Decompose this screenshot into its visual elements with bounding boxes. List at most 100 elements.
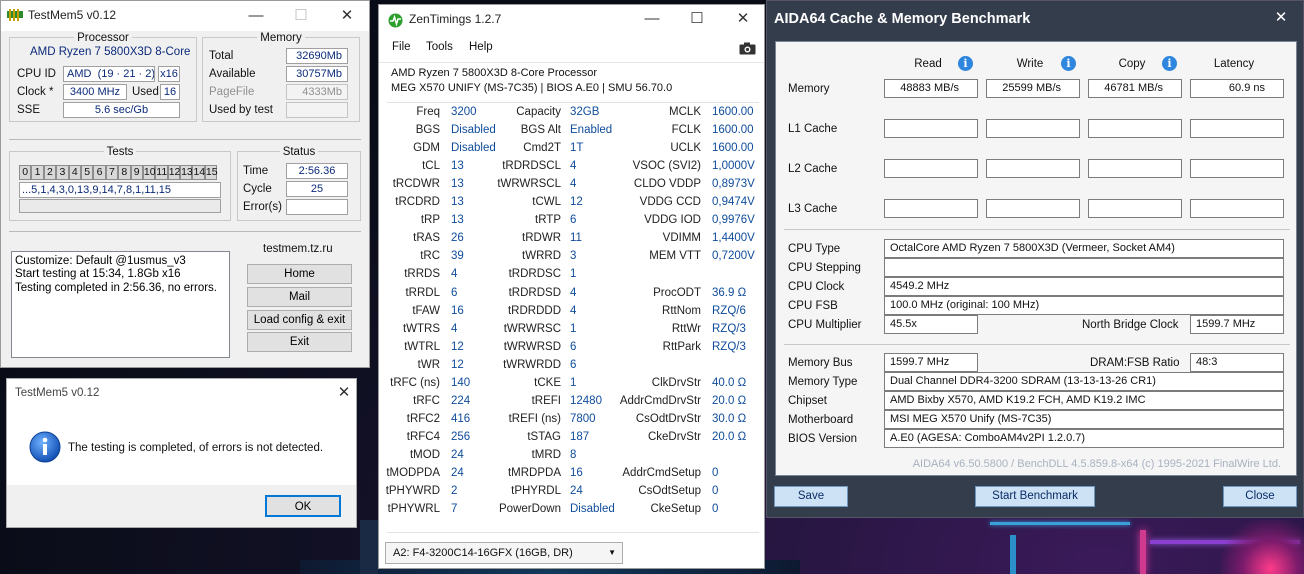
maximize-button[interactable]: ☐ — [291, 6, 311, 26]
board-info: MEG X570 UNIFY (MS-7C35) | BIOS A.E0 | S… — [391, 82, 673, 94]
pagefile-field: 4333Mb — [286, 84, 348, 100]
test-cell: 7 — [105, 165, 119, 180]
zentimings-titlebar[interactable]: ZenTimings 1.2.7 — ☐ ✕ — [379, 5, 764, 33]
l3-label: L3 Cache — [788, 203, 838, 215]
l2-read — [884, 159, 978, 178]
bios-value: A.E0 (AGESA: ComboAM4v2PI 1.2.0.7) — [884, 429, 1284, 448]
timing-row: tRC 39 tWRRD 3 MEM VTT 0,7200V — [379, 250, 764, 268]
dimm-select[interactable]: A2: F4-3200C14-16GFX (16GB, DR) ▼ — [385, 542, 623, 564]
timing-label: VDDG CCD — [639, 196, 701, 209]
dram-ratio-label: DRAM:FSB Ratio — [1090, 357, 1180, 369]
memory-type-label: Memory Type — [788, 376, 858, 388]
chipset-label: Chipset — [788, 395, 827, 407]
dram-ratio-value: 48:3 — [1190, 353, 1284, 372]
cpu-multiplier-value: 45.5x — [884, 315, 978, 334]
exit-button[interactable]: Exit — [247, 332, 352, 352]
cpu-type-label: CPU Type — [788, 243, 841, 255]
timing-label: tMRD — [531, 448, 561, 461]
timing-value: 0 — [712, 467, 719, 479]
load-config-exit-button[interactable]: Load config & exit — [247, 310, 352, 330]
testmem-window[interactable]: TestMem5 v0.12 — ☐ ✕ Processor AMD Ryzen… — [0, 0, 370, 368]
menu-file[interactable]: File — [392, 41, 411, 53]
close-button[interactable]: ✕ — [337, 6, 357, 26]
timing-label: RttPark — [662, 340, 701, 353]
cpu-type-value: OctalCore AMD Ryzen 7 5800X3D (Vermeer, … — [884, 239, 1284, 258]
l3-latency — [1190, 199, 1284, 218]
test-cell: 14 — [192, 165, 206, 180]
info-icon[interactable]: i — [1061, 56, 1076, 71]
col-latency: Latency — [1213, 58, 1255, 70]
dialog-footer: OK — [7, 485, 356, 527]
test-cell: 3 — [56, 165, 69, 180]
pagefile-label: PageFile — [209, 86, 255, 98]
menu-help[interactable]: Help — [469, 41, 493, 53]
timing-row: tRFC4 256 tSTAG 187 CkeDrvStr 20.0 Ω — [379, 430, 764, 449]
camera-icon[interactable] — [739, 42, 756, 55]
divider — [784, 229, 1290, 230]
memory-label: Memory — [788, 83, 830, 95]
log-line: Customize: Default @1usmus_v3 — [15, 255, 186, 267]
timing-label: MEM VTT — [649, 250, 701, 263]
l2-label: L2 Cache — [788, 163, 838, 175]
log-line: Testing completed in 2:56.36, no errors. — [15, 281, 218, 294]
memory-read: 48883 MB/s — [884, 79, 978, 98]
home-button[interactable]: Home — [247, 264, 352, 284]
timing-value: 1600.00 — [712, 142, 754, 155]
ok-button[interactable]: OK — [265, 495, 341, 517]
nb-clock-label: North Bridge Clock — [1082, 319, 1179, 331]
test-indicators: 0 1 2 3 4 5 6 7 8 9 101112131415 — [19, 164, 229, 180]
timing-label: VSOC (SVI2) — [632, 160, 701, 173]
dialog-close-button[interactable]: ✕ — [334, 383, 354, 403]
test-cell: 9 — [130, 165, 143, 180]
timing-value: 0,8973V — [712, 178, 755, 191]
maximize-button[interactable]: ☐ — [687, 9, 707, 29]
timing-value: RZQ/3 — [712, 340, 746, 353]
info-icon[interactable]: i — [1162, 56, 1177, 71]
timing-value: RZQ/6 — [712, 304, 746, 317]
tests-header: Tests — [9, 146, 231, 158]
processor-header: Processor — [9, 32, 197, 44]
timing-row: tWTRS 4 tWRWRSC 1 RttWr RZQ/3 — [379, 323, 764, 341]
testmem-titlebar[interactable]: TestMem5 v0.12 — ☐ ✕ — [1, 1, 369, 31]
chevron-down-icon: ▼ — [608, 548, 616, 557]
minimize-button[interactable]: — — [642, 9, 662, 29]
close-window-button[interactable]: Close — [1223, 486, 1297, 507]
cpuid-label: CPU ID — [17, 68, 56, 80]
info-icon[interactable]: i — [958, 56, 973, 71]
divider — [387, 532, 759, 533]
minimize-button[interactable]: — — [246, 6, 266, 26]
timing-row: tMOD 24 tMRD 8 — [379, 448, 764, 467]
l2-write — [986, 159, 1080, 178]
timing-row: tRP 13 tRTP 6 VDDG IOD 0,9976V — [379, 214, 764, 232]
cpu-clock-label: CPU Clock — [788, 281, 845, 293]
test-cell: 4 — [68, 165, 81, 180]
test-sequence: ...5,1,4,3,0,13,9,14,7,8,1,11,15 — [19, 182, 221, 198]
clock-field: 3400 MHz — [63, 84, 127, 100]
divider — [9, 139, 361, 140]
log-textarea[interactable]: Customize: Default @1usmus_v3 Start testi… — [11, 251, 230, 358]
memory-copy: 46781 MB/s — [1088, 79, 1182, 98]
timing-row: tRRDS 4 tRDRDSC 1 — [379, 268, 764, 286]
aida64-window[interactable]: AIDA64 Cache & Memory Benchmark ✕ Read i… — [766, 0, 1304, 518]
timing-value: 0 — [712, 485, 719, 498]
menu-tools[interactable]: Tools — [426, 41, 453, 53]
timing-label: ProcODT — [653, 286, 701, 299]
test-cell: 11 — [155, 165, 168, 180]
save-button[interactable]: Save — [774, 486, 848, 507]
timing-value: 1600.00 — [712, 106, 754, 118]
close-button[interactable]: ✕ — [1271, 8, 1291, 28]
timing-row: tCL 13 tRDRDSCL 4 VSOC (SVI2) 1,0000V — [379, 160, 764, 178]
total-label: Total — [209, 50, 234, 62]
timing-value: 6 — [570, 358, 577, 371]
mail-button[interactable]: Mail — [247, 287, 352, 307]
close-button[interactable]: ✕ — [733, 9, 753, 29]
window-title: TestMem5 v0.12 — [28, 8, 117, 22]
start-benchmark-button[interactable]: Start Benchmark — [975, 486, 1095, 507]
threads-field: x16 — [158, 66, 180, 82]
menu-bar: File Tools Help — [379, 33, 764, 63]
timing-value: 20.0 Ω — [712, 430, 747, 443]
motherboard-value: MSI MEG X570 Unify (MS-7C35) — [884, 410, 1284, 429]
divider — [387, 102, 759, 103]
zentimings-window[interactable]: ZenTimings 1.2.7 — ☐ ✕ File Tools Help A… — [378, 4, 765, 569]
completion-dialog[interactable]: TestMem5 v0.12 ✕ The testing is complete… — [6, 378, 357, 528]
